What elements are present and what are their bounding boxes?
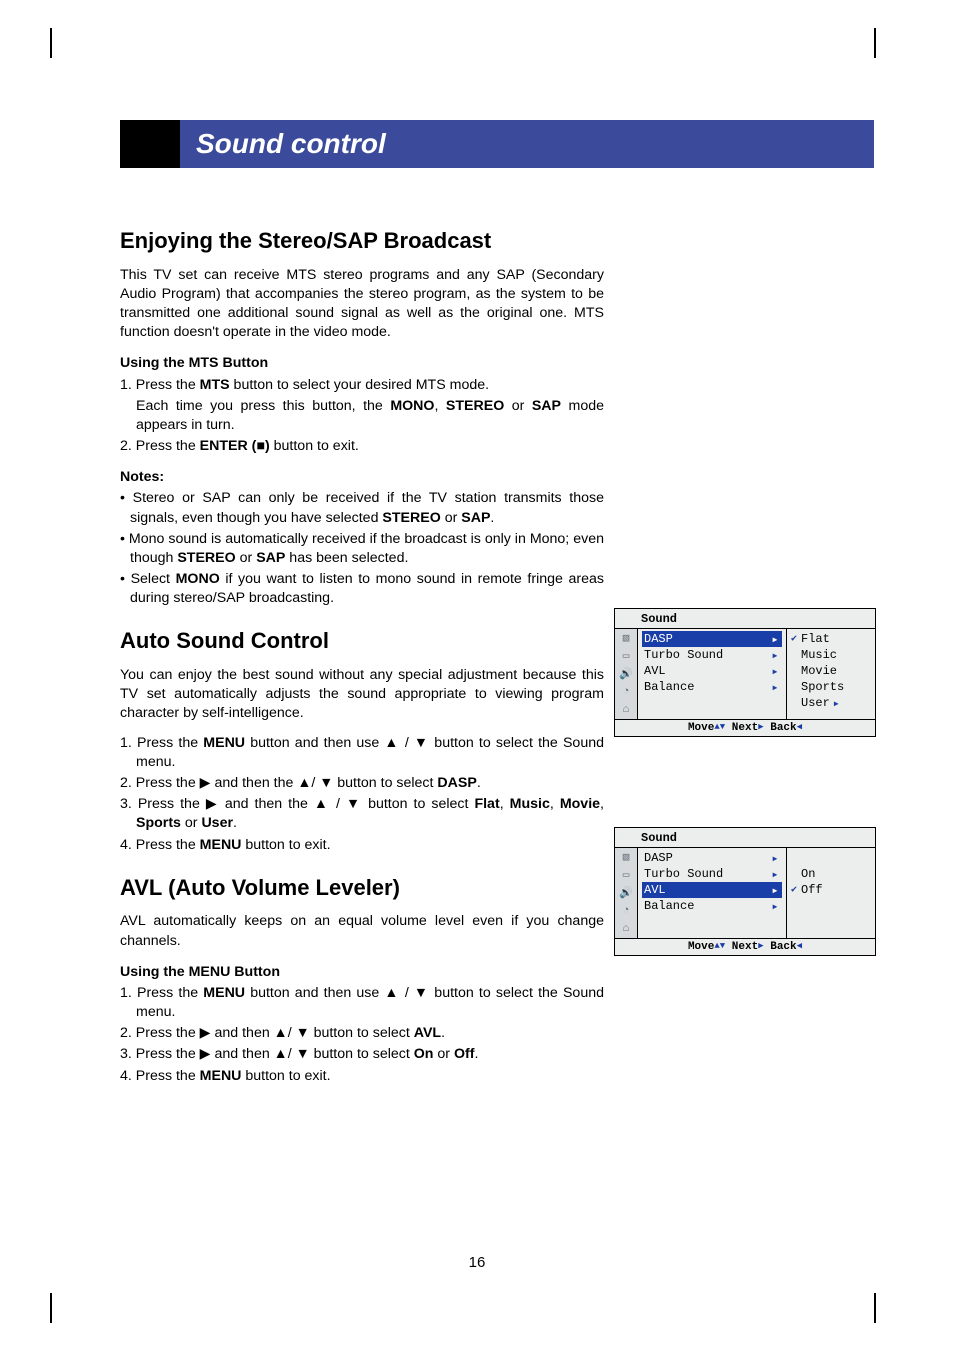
subhead-notes: Notes: [120,468,604,487]
note-1: • Stereo or SAP can only be received if … [120,489,604,527]
sound-icon: 🔊 [618,667,634,681]
mts-step-2: 2. Press the ENTER (■) button to exit. [120,437,604,456]
avl-intro: AVL automatically keeps on an equal volu… [120,912,604,950]
osd-item-balance[interactable]: Balance▸ [642,679,782,695]
stereo-sap-intro: This TV set can receive MTS stereo progr… [120,266,604,343]
screen-icon: ▭ [618,868,634,882]
osd-sub-sports[interactable]: Sports [791,679,871,695]
note-3: • Select MONO if you want to listen to m… [120,570,604,608]
page-number: 16 [0,1254,954,1271]
section-heading-stereo-sap: Enjoying the Stereo/SAP Broadcast [120,226,604,256]
avl-step-3: 3. Press the ▶ and then ▲/ ▼ button to s… [120,1045,604,1064]
osd-menu-list: DASP▸ Turbo Sound▸ AVL▸ Balance▸ [638,848,786,938]
mts-step-1: 1. Press the MTS button to select your d… [120,376,604,395]
lock-icon: ⌂ [618,703,634,717]
osd-footer: Move▲▼ Next▶ Back◀ [615,939,875,955]
section-heading-auto-sound: Auto Sound Control [120,626,604,656]
screen-icon: ▭ [618,649,634,663]
arrow-right-icon: ▸ [768,664,782,679]
picture-icon: ▧ [618,850,634,864]
time-icon: ◔ [618,904,634,918]
check-icon: ✔ [791,633,801,645]
avl-step-4: 4. Press the MENU button to exit. [120,1067,604,1086]
osd-submenu: On ✔Off [786,848,875,938]
arrow-right-icon: ▸ [768,680,782,695]
osd-item-dasp[interactable]: DASP▸ [642,631,782,647]
osd-sound-dasp: Sound ▧ ▭ 🔊 ◔ ⌂ DASP▸ Turbo Sound▸ AVL▸ … [614,608,876,737]
main-text-column: Enjoying the Stereo/SAP Broadcast This T… [120,208,604,1088]
arrow-right-icon: ▸ [830,696,840,711]
mts-step-1-cont: Each time you press this button, the MON… [120,397,604,435]
osd-item-balance[interactable]: Balance▸ [642,898,782,914]
subhead-mts-button: Using the MTS Button [120,354,604,373]
asc-step-1: 1. Press the MENU button and then use ▲ … [120,734,604,772]
arrow-right-icon: ▸ [768,632,782,647]
picture-icon: ▧ [618,631,634,645]
osd-sub-music[interactable]: Music [791,647,871,663]
osd-item-turbo[interactable]: Turbo Sound▸ [642,866,782,882]
osd-sound-avl: Sound ▧ ▭ 🔊 ◔ ⌂ DASP▸ Turbo Sound▸ AVL▸ … [614,827,876,956]
osd-sub-user[interactable]: User▸ [791,695,871,711]
osd-title: Sound [615,828,875,847]
osd-category-icons: ▧ ▭ 🔊 ◔ ⌂ [615,848,638,938]
arrow-right-icon: ▶ [758,941,763,951]
updown-icon: ▲▼ [714,722,725,732]
osd-footer: Move▲▼ Next▶ Back◀ [615,720,875,736]
arrow-left-icon: ◀ [797,941,802,951]
osd-item-avl[interactable]: AVL▸ [642,882,782,898]
asc-step-2: 2. Press the ▶ and then the ▲/ ▼ button … [120,774,604,793]
osd-sub-flat[interactable]: ✔Flat [791,631,871,647]
arrow-right-icon: ▸ [768,899,782,914]
subhead-menu-button: Using the MENU Button [120,963,604,982]
title-bar: Sound control [120,120,874,168]
arrow-right-icon: ▸ [768,648,782,663]
avl-step-2: 2. Press the ▶ and then ▲/ ▼ button to s… [120,1024,604,1043]
check-icon: ✔ [791,884,801,896]
lock-icon: ⌂ [618,922,634,936]
arrow-left-icon: ◀ [797,722,802,732]
section-heading-avl: AVL (Auto Volume Leveler) [120,873,604,903]
arrow-right-icon: ▶ [758,722,763,732]
osd-item-turbo[interactable]: Turbo Sound▸ [642,647,782,663]
osd-submenu: ✔Flat Music Movie Sports User▸ [786,629,875,719]
osd-item-dasp[interactable]: DASP▸ [642,850,782,866]
updown-icon: ▲▼ [714,941,725,951]
osd-title: Sound [615,609,875,628]
osd-category-icons: ▧ ▭ 🔊 ◔ ⌂ [615,629,638,719]
asc-step-3: 3. Press the ▶ and then the ▲ / ▼ button… [120,795,604,833]
note-2: • Mono sound is automatically received i… [120,530,604,568]
osd-item-avl[interactable]: AVL▸ [642,663,782,679]
osd-sub-movie[interactable]: Movie [791,663,871,679]
arrow-right-icon: ▸ [768,851,782,866]
arrow-right-icon: ▸ [768,883,782,898]
time-icon: ◔ [618,685,634,699]
avl-step-1: 1. Press the MENU button and then use ▲ … [120,984,604,1022]
osd-menu-list: DASP▸ Turbo Sound▸ AVL▸ Balance▸ [638,629,786,719]
title-chip [120,120,180,168]
page-title: Sound control [180,120,874,168]
osd-sub-on[interactable]: On [791,866,871,882]
auto-sound-intro: You can enjoy the best sound without any… [120,666,604,724]
sound-icon: 🔊 [618,886,634,900]
arrow-right-icon: ▸ [768,867,782,882]
osd-sub-off[interactable]: ✔Off [791,882,871,898]
asc-step-4: 4. Press the MENU button to exit. [120,836,604,855]
